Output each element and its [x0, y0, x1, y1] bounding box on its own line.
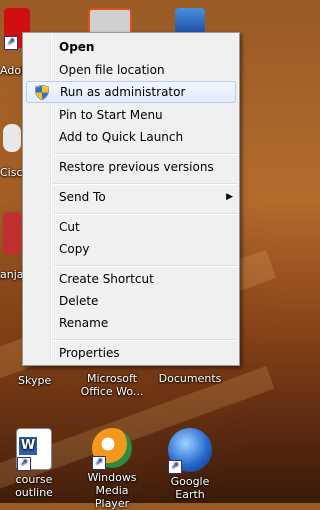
menu-separator: [53, 153, 237, 155]
menu-item-add-to-quick-launch[interactable]: Add to Quick Launch: [25, 126, 239, 148]
shortcut-arrow-icon: ↗: [92, 456, 106, 470]
menu-item-label: Add to Quick Launch: [59, 130, 184, 144]
menu-item-copy[interactable]: Copy: [25, 238, 239, 260]
desktop-icon-label: Documents: [158, 372, 222, 385]
desktop-icon-label: anja: [0, 268, 24, 281]
menu-item-label: Copy: [59, 242, 90, 256]
desktop-icon-label: Windows Media Player: [87, 471, 137, 510]
menu-item-properties[interactable]: Properties: [25, 342, 239, 364]
shortcut-arrow-icon: ↗: [17, 457, 31, 471]
menu-item-open-file-location[interactable]: Open file location: [25, 59, 239, 81]
menu-item-restore-previous-versions[interactable]: Restore previous versions: [25, 156, 239, 178]
menu-item-delete[interactable]: Delete: [25, 290, 239, 312]
menu-separator: [53, 265, 237, 267]
menu-item-label: Pin to Start Menu: [59, 108, 163, 122]
shortcut-arrow-icon: ↗: [168, 460, 182, 474]
desktop-icon-documents[interactable]: Documents: [158, 372, 222, 385]
desktop-icon-cisco[interactable]: Cisco: [0, 124, 29, 179]
menu-item-cut[interactable]: Cut: [25, 216, 239, 238]
menu-item-label: Open file location: [59, 63, 165, 77]
menu-item-label: Delete: [59, 294, 99, 308]
desktop-icon-office[interactable]: Microsoft Office Wo...: [80, 372, 144, 398]
desktop-icon-course[interactable]: W ↗ course outline: [2, 428, 66, 499]
desktop-icon-wmp[interactable]: ↗ Windows Media Player: [80, 428, 144, 510]
menu-item-run-as-administrator[interactable]: Run as administrator: [26, 81, 236, 103]
desktop-icon-label: Skype: [18, 374, 52, 387]
word-doc-icon: W ↗: [16, 428, 52, 471]
menu-item-label: Restore previous versions: [59, 160, 214, 174]
desktop-icon-raja[interactable]: anja: [0, 212, 24, 281]
menu-item-label: Properties: [59, 346, 120, 360]
desktop-icon-label: course outline: [15, 473, 53, 499]
menu-item-label: Send To: [59, 190, 106, 204]
menu-item-label: Cut: [59, 220, 80, 234]
cisco-icon: [3, 124, 21, 152]
menu-item-create-shortcut[interactable]: Create Shortcut: [25, 268, 239, 290]
shortcut-arrow-icon: ↗: [4, 36, 18, 50]
desktop-icon-label: Microsoft Office Wo...: [80, 372, 144, 398]
menu-item-label: Rename: [59, 316, 109, 330]
desktop-icon-label: Google Earth: [170, 475, 210, 501]
desktop-icon-gearth[interactable]: ↗ Google Earth: [158, 428, 222, 501]
menu-item-send-to[interactable]: Send To ▶: [25, 186, 239, 208]
google-earth-icon: ↗: [168, 428, 212, 474]
desktop-icon-label: Adol: [0, 64, 25, 77]
app-icon: [175, 8, 205, 34]
red-file-icon: [3, 212, 21, 254]
menu-separator: [53, 339, 237, 341]
context-menu: Open Open file location Run as administr…: [22, 32, 240, 366]
menu-item-open[interactable]: Open: [25, 36, 239, 58]
submenu-arrow-icon: ▶: [226, 192, 233, 202]
menu-separator: [53, 183, 237, 185]
uac-shield-icon: [35, 85, 49, 100]
menu-item-label: Run as administrator: [60, 85, 186, 99]
menu-item-rename[interactable]: Rename: [25, 312, 239, 334]
menu-item-label: Open: [59, 40, 95, 54]
menu-separator: [53, 213, 237, 215]
media-player-icon: ↗: [92, 428, 132, 470]
menu-item-label: Create Shortcut: [59, 272, 154, 286]
menu-item-pin-to-start-menu[interactable]: Pin to Start Menu: [25, 104, 239, 126]
